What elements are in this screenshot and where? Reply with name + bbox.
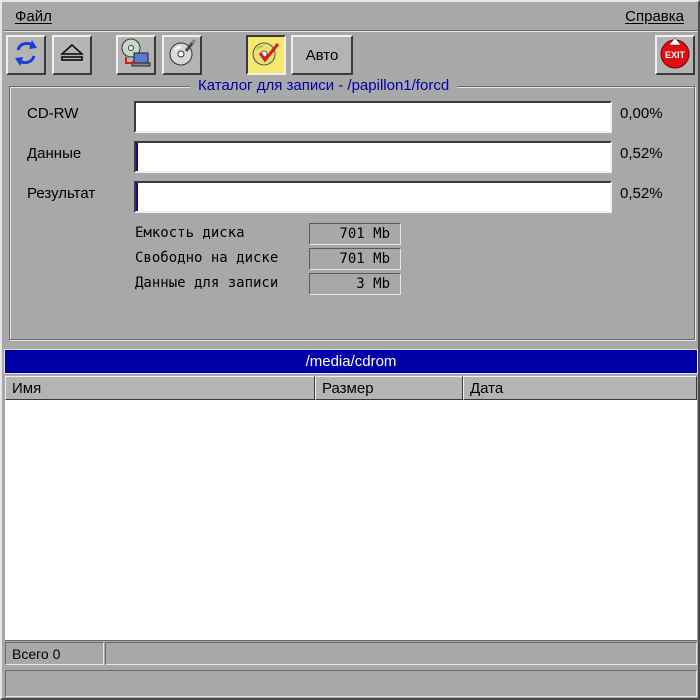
result-progress-bar — [134, 181, 612, 213]
eject-icon — [60, 42, 84, 68]
free-space-label: Свободно на диске — [135, 250, 279, 266]
menubar: Файл Справка — [4, 5, 698, 29]
catalog-title: Каталог для записи - /papillon1/forcd — [190, 77, 458, 94]
catalog-group: Каталог для записи - /papillon1/forcd CD… — [9, 77, 695, 340]
data-to-write-value: 3 Mb — [309, 273, 401, 295]
main-window: Файл Справка Авто EXIT Каталог для запис… — [0, 0, 700, 700]
auto-button[interactable]: Авто — [291, 35, 353, 75]
refresh-button[interactable] — [6, 35, 46, 75]
free-space-value: 701 Mb — [309, 248, 401, 270]
eject-button[interactable] — [52, 35, 92, 75]
copy-to-cd-icon — [120, 37, 152, 73]
burn-cd-icon — [251, 38, 281, 72]
disk-capacity-value: 701 Mb — [309, 223, 401, 245]
column-date-header[interactable]: Дата — [463, 376, 697, 400]
refresh-icon — [11, 38, 41, 72]
file-panel-status — [105, 642, 697, 665]
svg-text:EXIT: EXIT — [665, 50, 686, 60]
data-label: Данные — [27, 145, 82, 162]
cd-erase-icon — [166, 37, 198, 73]
column-size-header[interactable]: Размер — [315, 376, 463, 400]
toolbar-separator — [4, 30, 698, 32]
erase-cd-button[interactable] — [162, 35, 202, 75]
file-count-status: Всего 0 — [5, 642, 104, 665]
data-progress-bar — [134, 141, 612, 173]
file-list-header: Имя Размер Дата — [5, 376, 697, 400]
cdrw-label: CD-RW — [27, 105, 79, 122]
menu-file[interactable]: Файл — [15, 8, 52, 25]
disk-capacity-label: Емкость диска — [135, 225, 245, 241]
cdrw-progress-bar — [134, 101, 612, 133]
burn-cd-button[interactable] — [246, 35, 286, 75]
exit-icon: EXIT — [658, 36, 692, 74]
file-panel-path: /media/cdrom — [4, 349, 698, 374]
menu-help[interactable]: Справка — [625, 8, 684, 25]
data-percent: 0,52% — [620, 145, 663, 162]
cdrw-percent: 0,00% — [620, 105, 663, 122]
copy-to-cd-button[interactable] — [116, 35, 156, 75]
file-list[interactable] — [5, 400, 697, 641]
column-name-header[interactable]: Имя — [5, 376, 315, 400]
status-bar — [5, 670, 697, 697]
result-label: Результат — [27, 185, 96, 202]
result-percent: 0,52% — [620, 185, 663, 202]
exit-button[interactable]: EXIT — [655, 35, 695, 75]
data-to-write-label: Данные для записи — [135, 275, 279, 291]
